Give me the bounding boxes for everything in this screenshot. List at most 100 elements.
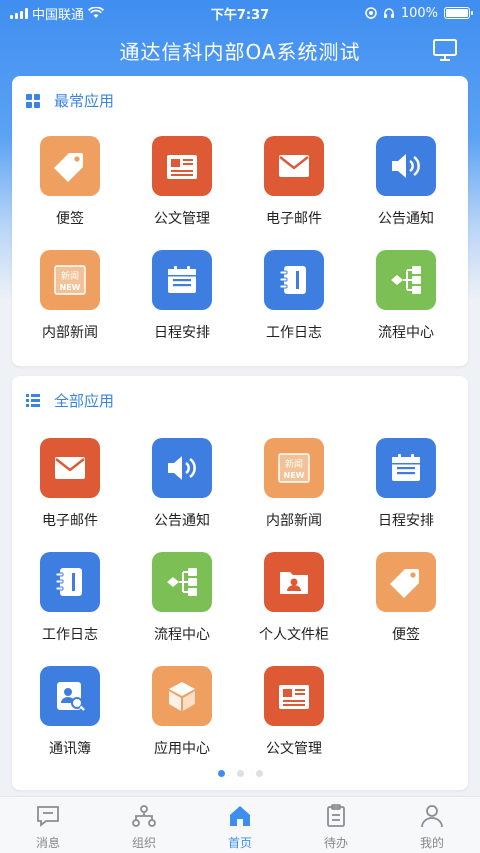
app-label: 公告通知 [378, 211, 434, 227]
news-icon: 新闻 NEW [40, 250, 100, 310]
app-tile-mail[interactable]: 电子邮件 [15, 438, 125, 546]
notebook-icon [40, 552, 100, 612]
speaker-icon [376, 136, 436, 196]
flow-icon [152, 552, 212, 612]
app-tile-document[interactable]: 公文管理 [239, 666, 349, 774]
battery-percent: 100% [400, 5, 438, 21]
list-icon [26, 394, 40, 407]
app-tile-contact-card[interactable]: 通讯簿 [15, 666, 125, 774]
app-tile-box[interactable]: 应用中心 [127, 666, 237, 774]
app-tile-flow[interactable]: 流程中心 [351, 250, 461, 358]
flow-icon [376, 250, 436, 310]
box-icon [152, 666, 212, 726]
app-tile-tag[interactable]: 便签 [351, 552, 461, 660]
app-tile-speaker[interactable]: 公告通知 [351, 136, 461, 244]
home-icon [227, 804, 253, 831]
frequent-apps-header: 最常应用 [26, 90, 114, 111]
page-dot[interactable] [255, 770, 263, 777]
status-right: 100% [300, 5, 473, 21]
lock-rotation-icon [365, 7, 377, 19]
status-left: 中国联通 [10, 4, 180, 23]
wifi-icon [88, 7, 105, 18]
frequent-apps-card: 最常应用 便签 公文管理 电子邮件 公告通知新闻 NEW 内部新闻 日程安排 工作日志 流程中心 [12, 76, 468, 366]
app-label: 公告通知 [154, 513, 210, 529]
app-label: 流程中心 [378, 325, 434, 341]
mail-icon [264, 136, 324, 196]
page-indicator [12, 770, 468, 777]
battery-icon [444, 7, 473, 19]
status-time: 下午7:37 [210, 7, 270, 23]
person-icon [419, 804, 445, 831]
app-label: 工作日志 [266, 325, 322, 341]
carrier-label: 中国联通 [32, 7, 85, 23]
bottom-tab-bar: 消息 组织 首页 待办 我的 [0, 796, 480, 853]
svg-text:新闻: 新闻 [61, 270, 79, 282]
tab-home[interactable]: 首页 [192, 797, 288, 853]
status-bar: 中国联通 下午7:37 100% [0, 0, 480, 26]
signal-icon [10, 7, 28, 19]
svg-text:NEW: NEW [60, 283, 81, 292]
notebook-icon [264, 250, 324, 310]
app-label: 日程安排 [378, 513, 434, 529]
monitor-icon[interactable] [432, 38, 458, 62]
battery-level [446, 9, 468, 17]
org-icon [131, 804, 157, 831]
all-apps-card: 全部应用 电子邮件 公告通知 新闻 NEW 内部新闻 日程安排工作日志 流程中心 个人文件柜 便… [12, 376, 468, 790]
tab-person[interactable]: 我的 [384, 797, 480, 853]
app-tile-calendar[interactable]: 日程安排 [127, 250, 237, 358]
app-label: 电子邮件 [266, 211, 322, 227]
contact-card-icon [40, 666, 100, 726]
app-label: 流程中心 [154, 627, 210, 643]
document-icon [152, 136, 212, 196]
section-title: 全部应用 [54, 392, 115, 410]
app-tile-document[interactable]: 公文管理 [127, 136, 237, 244]
tab-message[interactable]: 消息 [0, 797, 96, 853]
svg-text:NEW: NEW [284, 471, 305, 480]
calendar-icon [152, 250, 212, 310]
page-dot[interactable] [217, 770, 225, 777]
app-label: 便签 [392, 627, 420, 643]
app-tile-calendar[interactable]: 日程安排 [351, 438, 461, 546]
app-tile-news[interactable]: 新闻 NEW 内部新闻 [15, 250, 125, 358]
folder-user-icon [264, 552, 324, 612]
headphones-icon [383, 8, 394, 18]
document-icon [264, 666, 324, 726]
svg-text:新闻: 新闻 [285, 458, 303, 470]
app-tile-flow[interactable]: 流程中心 [127, 552, 237, 660]
app-tile-mail[interactable]: 电子邮件 [239, 136, 349, 244]
app-label: 便签 [56, 211, 84, 227]
grid-icon [26, 93, 40, 108]
tab-label: 我的 [419, 836, 444, 850]
app-label: 工作日志 [42, 627, 98, 643]
app-label: 公文管理 [266, 741, 322, 757]
app-tile-speaker[interactable]: 公告通知 [127, 438, 237, 546]
clipboard-icon [323, 804, 349, 831]
tab-clipboard[interactable]: 待办 [288, 797, 384, 853]
tab-label: 组织 [131, 836, 156, 850]
tab-label: 首页 [227, 836, 252, 850]
page-dot[interactable] [236, 770, 244, 777]
app-label: 电子邮件 [42, 513, 98, 529]
app-tile-folder-user[interactable]: 个人文件柜 [239, 552, 349, 660]
app-label: 公文管理 [154, 211, 210, 227]
news-icon: 新闻 NEW [264, 438, 324, 498]
app-tile-notebook[interactable]: 工作日志 [15, 552, 125, 660]
all-apps-header: 全部应用 [26, 390, 114, 411]
app-tile-news[interactable]: 新闻 NEW 内部新闻 [239, 438, 349, 546]
mail-icon [40, 438, 100, 498]
app-tile-tag[interactable]: 便签 [15, 136, 125, 244]
app-label: 内部新闻 [266, 513, 322, 529]
page-title: 通达信科内部OA系统测试 [119, 39, 361, 64]
speaker-icon [152, 438, 212, 498]
app-label: 应用中心 [154, 741, 210, 757]
tag-icon [40, 136, 100, 196]
tab-org[interactable]: 组织 [96, 797, 192, 853]
app-label: 内部新闻 [42, 325, 98, 341]
tab-label: 待办 [323, 836, 348, 850]
app-label: 个人文件柜 [259, 627, 329, 643]
tab-label: 消息 [35, 836, 60, 850]
tag-icon [376, 552, 436, 612]
message-icon [35, 804, 61, 831]
app-label: 通讯簿 [49, 741, 91, 757]
app-tile-notebook[interactable]: 工作日志 [239, 250, 349, 358]
